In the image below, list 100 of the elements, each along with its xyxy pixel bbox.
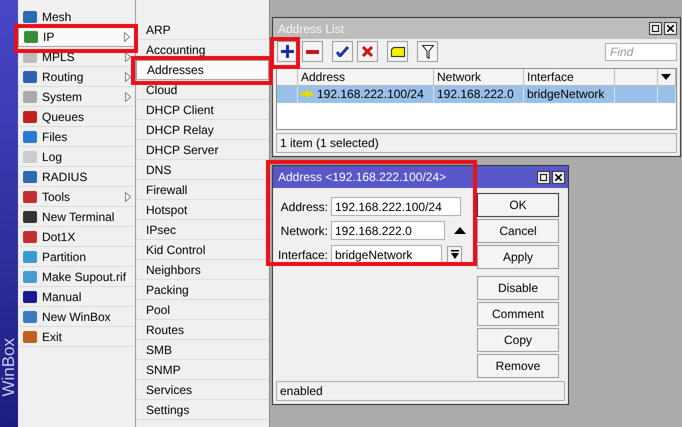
- menu-item[interactable]: IP: [18, 27, 135, 47]
- menu-label: MPLS: [42, 50, 76, 64]
- menu-icon: [22, 230, 38, 244]
- menu-icon: [22, 210, 38, 224]
- column-menu-button[interactable]: [658, 68, 676, 86]
- submenu-item[interactable]: DHCP Client: [136, 100, 269, 120]
- menu-item[interactable]: Log: [18, 147, 135, 167]
- dialog-button[interactable]: Copy: [477, 328, 559, 352]
- window-title: Address <192.168.222.100/24>: [278, 170, 446, 184]
- submenu-item[interactable]: ARP: [136, 20, 269, 40]
- menu-item[interactable]: Make Supout.rif: [18, 267, 135, 287]
- menu-label: Partition: [42, 250, 88, 264]
- menu-icon: [22, 90, 38, 104]
- menu-item[interactable]: MPLS: [18, 47, 135, 67]
- menu-icon: [22, 150, 38, 164]
- maximize-icon: [652, 25, 659, 32]
- address-icon: [301, 90, 313, 98]
- cross-icon: [362, 46, 373, 58]
- dialog-button[interactable]: Disable: [477, 276, 559, 300]
- menu-item[interactable]: RADIUS: [18, 167, 135, 187]
- menu-label: System: [42, 90, 84, 104]
- submenu-item[interactable]: Routes: [136, 320, 269, 340]
- maximize-button[interactable]: [649, 22, 662, 36]
- dropdown-button[interactable]: [447, 246, 462, 263]
- menu-item[interactable]: Exit: [18, 327, 135, 347]
- menu-icon: [23, 30, 39, 44]
- menu-item[interactable]: Files: [18, 127, 135, 147]
- submenu-item[interactable]: DHCP Relay: [136, 120, 269, 140]
- field-label: Interface:: [276, 248, 328, 262]
- table-row[interactable]: 192.168.222.100/24 192.168.222.0 bridgeNetwork: [277, 86, 676, 103]
- close-button[interactable]: [664, 22, 677, 36]
- menu-icon: [22, 310, 38, 324]
- menu-item[interactable]: Manual: [18, 287, 135, 307]
- menu-item[interactable]: System: [18, 87, 135, 107]
- filter-icon: [422, 44, 434, 59]
- remove-button[interactable]: [302, 41, 323, 62]
- menu-label: Dot1X: [42, 230, 76, 244]
- submenu-item[interactable]: Addresses: [136, 60, 269, 80]
- maximize-button[interactable]: [537, 170, 550, 184]
- close-icon: [555, 174, 562, 180]
- submenu-item[interactable]: SNMP: [136, 360, 269, 380]
- menu-label: Routing: [42, 70, 84, 84]
- menu-label: Files: [42, 130, 68, 144]
- close-button[interactable]: [552, 170, 565, 184]
- menu-label: Mesh: [42, 10, 72, 24]
- menu-item[interactable]: Routing: [18, 67, 135, 87]
- dialog-button[interactable]: OK: [477, 193, 559, 217]
- dialog-button[interactable]: Apply: [477, 245, 559, 269]
- status-bar: 1 item (1 selected): [276, 133, 677, 153]
- submenu-item[interactable]: Firewall: [136, 180, 269, 200]
- input-field[interactable]: 192.168.222.100/24: [331, 197, 461, 216]
- menu-label: Log: [42, 150, 64, 164]
- submenu-item[interactable]: DHCP Server: [136, 140, 269, 160]
- menu-item[interactable]: Mesh: [18, 7, 135, 27]
- menu-item[interactable]: New Terminal: [18, 207, 135, 227]
- menu-item[interactable]: Queues: [18, 107, 135, 127]
- column-header[interactable]: Address: [298, 68, 434, 86]
- menu-icon: [22, 10, 38, 24]
- menu-label: New WinBox: [42, 310, 112, 324]
- menu-icon: [22, 270, 38, 284]
- collapse-icon[interactable]: [454, 227, 466, 234]
- submenu-item[interactable]: IPsec: [136, 220, 269, 240]
- column-header[interactable]: Network: [434, 68, 524, 86]
- menu-icon: [22, 130, 38, 144]
- menu-item[interactable]: Partition: [18, 247, 135, 267]
- submenu-item[interactable]: Settings: [136, 400, 269, 420]
- submenu-item[interactable]: SMB: [136, 340, 269, 360]
- column-header[interactable]: Interface: [524, 68, 615, 86]
- status-bar: enabled: [276, 381, 565, 401]
- comment-button[interactable]: [387, 41, 408, 62]
- menu-item[interactable]: Dot1X: [18, 227, 135, 247]
- submenu-item[interactable]: DNS: [136, 160, 269, 180]
- submenu-item[interactable]: Neighbors: [136, 260, 269, 280]
- maximize-icon: [540, 174, 547, 180]
- filter-button[interactable]: [417, 41, 438, 62]
- brand-label: WinBox: [0, 338, 18, 397]
- dropdown-icon: [450, 250, 458, 259]
- menu-icon: [22, 70, 38, 84]
- submenu-item[interactable]: Packing: [136, 280, 269, 300]
- submenu-item[interactable]: Hotspot: [136, 200, 269, 220]
- submenu-item[interactable]: Pool: [136, 300, 269, 320]
- field-label: Network:: [280, 224, 328, 238]
- menu-label: Exit: [42, 330, 64, 344]
- enable-button[interactable]: [332, 41, 353, 62]
- menu-item[interactable]: New WinBox: [18, 307, 135, 327]
- check-icon: [336, 46, 349, 58]
- menu-item[interactable]: Tools: [18, 187, 135, 207]
- caret-icon: [661, 74, 671, 80]
- find-field[interactable]: Find: [605, 42, 677, 61]
- submenu-item[interactable]: Kid Control: [136, 240, 269, 260]
- dialog-button[interactable]: Remove: [477, 354, 559, 378]
- input-field[interactable]: 192.168.222.0: [331, 221, 445, 240]
- dialog-button[interactable]: Comment: [477, 302, 559, 326]
- submenu-item[interactable]: Services: [136, 380, 269, 400]
- dialog-button[interactable]: Cancel: [477, 219, 559, 243]
- menu-label: Manual: [42, 290, 82, 304]
- disable-button[interactable]: [357, 41, 378, 62]
- menu-icon: [22, 330, 38, 344]
- submenu-item[interactable]: Cloud: [136, 80, 269, 100]
- add-button[interactable]: [277, 41, 298, 62]
